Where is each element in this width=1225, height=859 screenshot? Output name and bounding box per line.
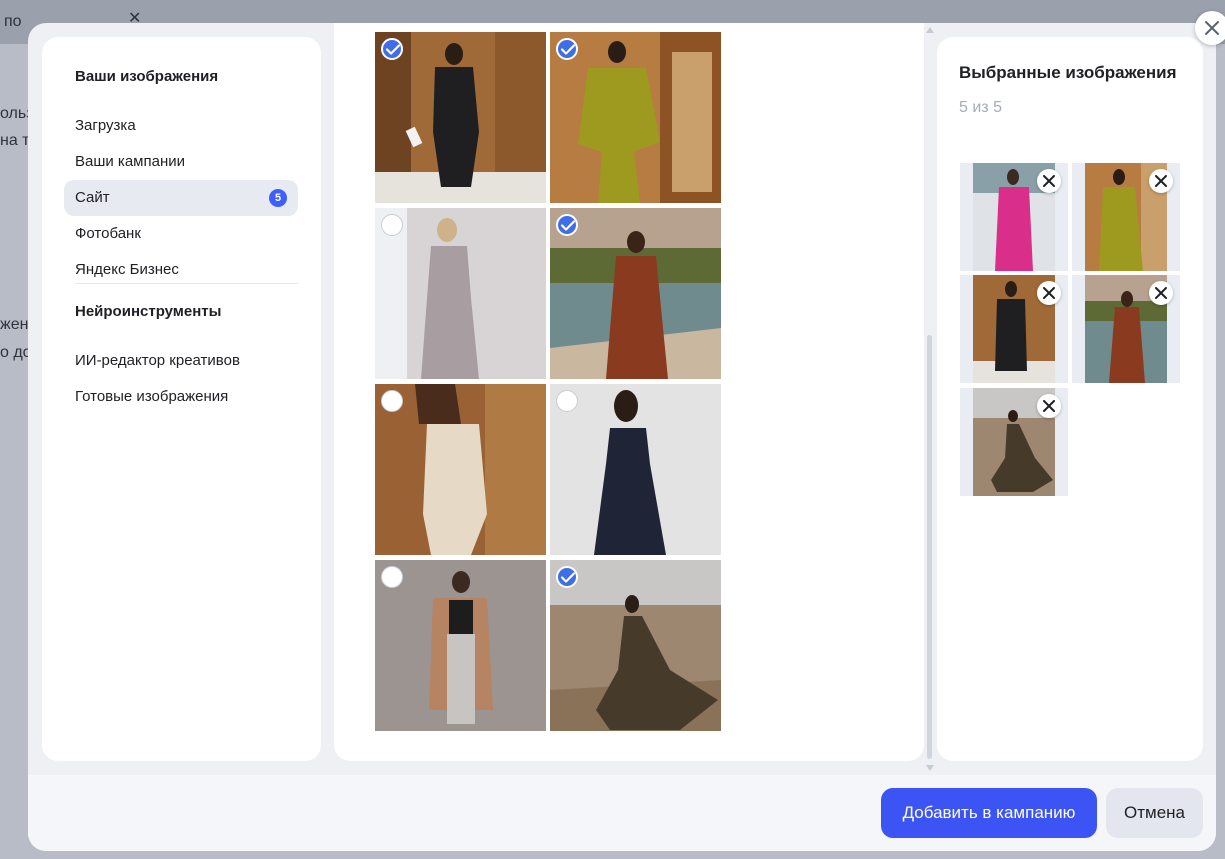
sidebar-item-ai-editor[interactable]: ИИ-редактор креативов [64, 343, 298, 379]
cancel-button[interactable]: Отмена [1106, 788, 1203, 838]
background-fragment: о до [0, 344, 32, 361]
selected-check[interactable] [381, 38, 403, 60]
image-grid [375, 23, 725, 743]
check-icon [561, 572, 575, 583]
image-thumb[interactable] [550, 32, 721, 203]
close-icon [1043, 287, 1055, 299]
add-to-campaign-button[interactable]: Добавить в кампанию [881, 788, 1097, 838]
scrollbar-thumb[interactable] [927, 335, 932, 759]
selected-check[interactable] [556, 38, 578, 60]
neurotools-heading: Нейроинструменты [75, 303, 222, 320]
unselected-check[interactable] [381, 566, 403, 588]
close-icon [1155, 287, 1167, 299]
image-thumb[interactable] [550, 560, 721, 731]
your-images-heading: Ваши изображения [75, 68, 219, 85]
check-icon [561, 220, 575, 231]
image-thumb[interactable] [375, 208, 546, 379]
selected-image [1072, 163, 1180, 271]
unselected-check[interactable] [556, 390, 578, 412]
olive-kimono-jacket-photo [550, 32, 721, 203]
background-fragment: жен [0, 316, 29, 333]
count-badge: 5 [269, 189, 287, 207]
remove-image-button[interactable] [1149, 281, 1173, 305]
remove-image-button[interactable] [1149, 169, 1173, 193]
selected-images-title: Выбранные изображения [959, 63, 1177, 82]
sidebar-item-upload[interactable]: Загрузка [64, 108, 298, 144]
selected-image [960, 388, 1068, 496]
image-picker-modal: Ваши изображения Загрузка Ваши кампании … [28, 23, 1216, 851]
image-thumb[interactable] [375, 560, 546, 731]
navy-slip-dress-photo [550, 384, 721, 555]
sidebar-item-label: Сайт [75, 189, 110, 206]
selected-check[interactable] [556, 214, 578, 236]
image-thumb[interactable] [375, 384, 546, 555]
sidebar-item-photobank[interactable]: Фотобанк [64, 216, 298, 252]
close-icon [1043, 400, 1055, 412]
close-modal-button[interactable] [1195, 11, 1225, 45]
close-icon [1205, 21, 1219, 35]
selected-count: 5 из 5 [959, 99, 1002, 116]
unselected-check[interactable] [381, 214, 403, 236]
scroll-up-icon[interactable] [926, 27, 934, 33]
background-fragment: на т [0, 132, 30, 149]
brown-cape-desert-photo [550, 560, 721, 731]
rust-set-by-lake-photo [550, 208, 721, 379]
sources-sidebar: Ваши изображения Загрузка Ваши кампании … [42, 37, 321, 761]
modal-footer: Добавить в кампанию Отмена [28, 775, 1216, 851]
selected-image [1072, 275, 1180, 383]
image-gallery [334, 23, 924, 761]
close-icon [1043, 175, 1055, 187]
close-icon [1155, 175, 1167, 187]
remove-image-button[interactable] [1037, 394, 1061, 418]
white-halter-top-photo [375, 384, 546, 555]
remove-image-button[interactable] [1037, 281, 1061, 305]
sidebar-item-ready-images[interactable]: Готовые изображения [64, 379, 298, 415]
sidebar-item-site[interactable]: Сайт 5 [64, 180, 298, 216]
selected-images-panel: Выбранные изображения 5 из 5 [937, 37, 1203, 761]
selected-image [960, 275, 1068, 383]
image-thumb[interactable] [375, 32, 546, 203]
grey-vest-trousers-photo [375, 208, 546, 379]
image-thumb[interactable] [550, 384, 721, 555]
scroll-down-icon[interactable] [926, 765, 934, 771]
unselected-check[interactable] [381, 390, 403, 412]
sidebar-item-campaigns[interactable]: Ваши кампании [64, 144, 298, 180]
camel-coat-grey-trousers-photo [375, 560, 546, 731]
sidebar-divider [75, 283, 298, 284]
gallery-scrollbar[interactable] [926, 27, 934, 771]
check-icon [386, 44, 400, 55]
check-icon [561, 44, 575, 55]
selected-check[interactable] [556, 566, 578, 588]
black-linen-suit-photo [375, 32, 546, 203]
remove-image-button[interactable] [1037, 169, 1061, 193]
selected-image [960, 163, 1068, 271]
image-thumb[interactable] [550, 208, 721, 379]
background-text: по [4, 13, 22, 30]
